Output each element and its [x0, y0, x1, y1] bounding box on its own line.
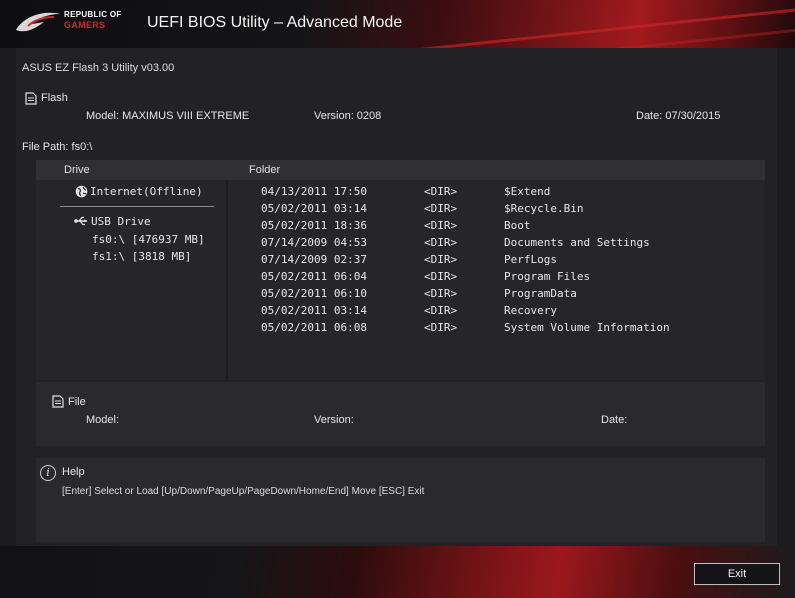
folder-name: Boot	[504, 219, 531, 232]
folder-type: <DIR>	[424, 185, 458, 198]
folder-date: 05/02/2011 06:04	[261, 270, 367, 283]
folder-row[interactable]: 07/14/2009 02:37 <DIR> PerfLogs	[228, 253, 765, 270]
drive-usb-label: USB Drive	[91, 215, 151, 228]
folder-type: <DIR>	[424, 321, 458, 334]
folder-row[interactable]: 04/13/2011 17:50 <DIR> $Extend	[228, 185, 765, 202]
folder-type: <DIR>	[424, 219, 458, 232]
help-text: [Enter] Select or Load [Up/Down/PageUp/P…	[62, 486, 425, 497]
folder-type: <DIR>	[424, 270, 458, 283]
folder-name: System Volume Information	[504, 321, 670, 334]
drive-list[interactable]	[36, 180, 226, 380]
folder-type: <DIR>	[424, 287, 458, 300]
exit-button[interactable]: Exit	[694, 563, 780, 585]
document-icon	[52, 395, 64, 408]
folder-date: 07/14/2009 04:53	[261, 236, 367, 249]
drive-fs1[interactable]: fs1:\ [3818 MB]	[92, 250, 191, 263]
drive-separator	[60, 206, 214, 207]
folder-row[interactable]: 05/02/2011 03:14 <DIR> $Recycle.Bin	[228, 202, 765, 219]
folder-name: ProgramData	[504, 287, 577, 300]
footer-bar	[0, 546, 795, 598]
file-section-label: File	[68, 396, 86, 408]
help-panel	[36, 458, 765, 542]
folder-name: $Extend	[504, 185, 551, 198]
folder-name: Recovery	[504, 304, 557, 317]
folder-type: <DIR>	[424, 202, 458, 215]
drive-fs0[interactable]: fs0:\ [476937 MB]	[92, 233, 205, 246]
folder-name: PerfLogs	[504, 253, 557, 266]
folder-list[interactable]: 04/13/2011 17:50 <DIR> $Extend 05/02/201…	[228, 180, 765, 380]
folder-name: Program Files	[504, 270, 591, 283]
rog-brand-text: REPUBLIC OF GAMERS	[64, 10, 122, 30]
folder-name: $Recycle.Bin	[504, 202, 584, 215]
folder-row[interactable]: 05/02/2011 06:08 <DIR> System Volume Inf…	[228, 321, 765, 338]
list-header: Drive Folder	[36, 160, 765, 180]
flash-date: Date: 07/30/2015	[636, 110, 721, 122]
app-title: UEFI BIOS Utility – Advanced Mode	[147, 14, 403, 31]
folder-row[interactable]: 05/02/2011 06:04 <DIR> Program Files	[228, 270, 765, 287]
folder-column-header: Folder	[249, 164, 281, 176]
help-label: Help	[62, 466, 85, 478]
rog-logo-icon	[16, 12, 60, 32]
utility-version: ASUS EZ Flash 3 Utility v03.00	[22, 62, 175, 74]
info-icon: i	[40, 465, 56, 481]
file-version: Version:	[314, 414, 354, 426]
file-model: Model:	[86, 414, 120, 426]
usb-icon	[74, 216, 87, 226]
header-bar: REPUBLIC OF GAMERS UEFI BIOS Utility – A…	[0, 0, 795, 48]
folder-date: 05/02/2011 06:10	[261, 287, 367, 300]
folder-row[interactable]: 05/02/2011 03:14 <DIR> Recovery	[228, 304, 765, 321]
folder-date: 05/02/2011 03:14	[261, 202, 367, 215]
folder-type: <DIR>	[424, 253, 458, 266]
folder-date: 04/13/2011 17:50	[261, 185, 367, 198]
globe-icon	[75, 185, 88, 198]
document-icon	[25, 92, 37, 105]
folder-date: 05/02/2011 18:36	[261, 219, 367, 232]
file-info-panel	[36, 382, 765, 446]
drive-internet[interactable]: Internet(Offline)	[90, 185, 203, 198]
folder-row[interactable]: 05/02/2011 06:10 <DIR> ProgramData	[228, 287, 765, 304]
flash-model: Model: MAXIMUS VIII EXTREME	[86, 110, 250, 122]
folder-name: Documents and Settings	[504, 236, 650, 249]
folder-type: <DIR>	[424, 236, 458, 249]
folder-date: 05/02/2011 06:08	[261, 321, 367, 334]
folder-type: <DIR>	[424, 304, 458, 317]
flash-version: Version: 0208	[314, 110, 382, 122]
folder-row[interactable]: 07/14/2009 04:53 <DIR> Documents and Set…	[228, 236, 765, 253]
drive-column-header: Drive	[64, 164, 90, 176]
file-date: Date:	[601, 414, 628, 426]
folder-row[interactable]: 05/02/2011 18:36 <DIR> Boot	[228, 219, 765, 236]
file-path: File Path: fs0:\	[22, 141, 93, 153]
folder-date: 07/14/2009 02:37	[261, 253, 367, 266]
flash-section-label: Flash	[41, 92, 68, 104]
folder-date: 05/02/2011 03:14	[261, 304, 367, 317]
